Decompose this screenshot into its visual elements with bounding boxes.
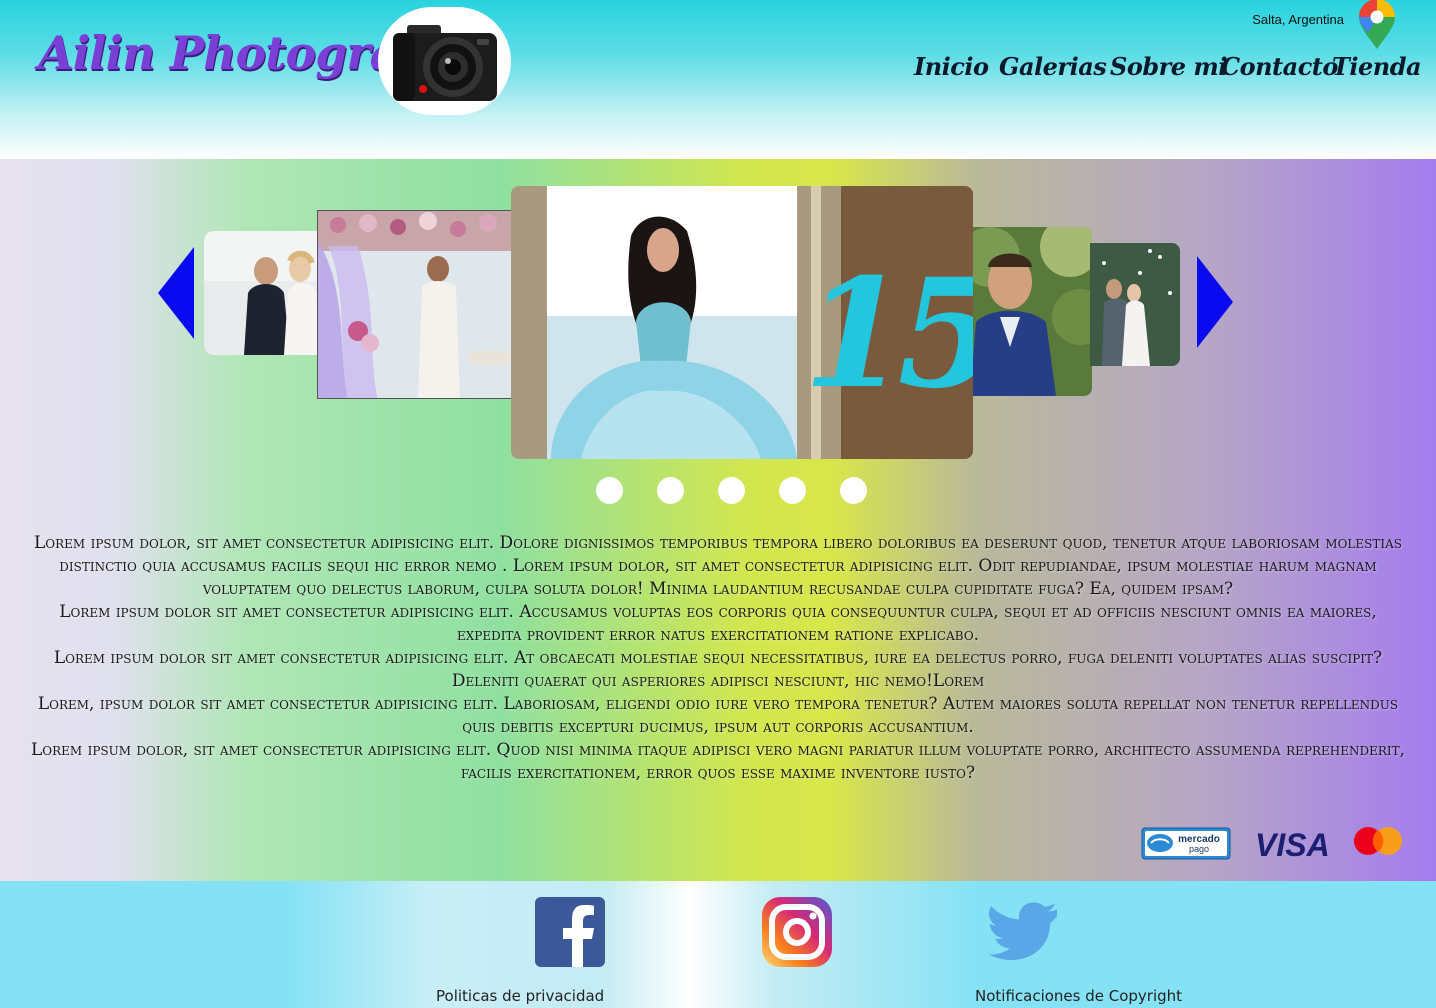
main-nav: Inicio Galerias Sobre mi Contacto Tienda [0, 52, 1436, 92]
mercadopago-logo: mercado pago [1141, 827, 1231, 860]
visa-logo: VISA [1255, 827, 1330, 863]
main-content: 15 Lorem ipsum dolor, sit amet consectet… [0, 159, 1436, 881]
copyright-link[interactable]: Notificaciones de Copyright [975, 987, 1182, 1005]
carousel-dot-1[interactable] [596, 477, 623, 504]
carousel-dot-3[interactable] [718, 477, 745, 504]
paragraph: Lorem ipsum dolor, sit amet consectetur … [33, 533, 1403, 599]
carousel-dots [596, 477, 876, 505]
carousel-slide-2[interactable] [317, 210, 517, 399]
paragraph: Lorem ipsum dolor sit amet consectetur a… [53, 648, 1383, 691]
carousel-slide-1[interactable] [204, 231, 334, 355]
arrow-left-icon[interactable] [158, 247, 194, 339]
paragraph: Lorem ipsum dolor, sit amet consectetur … [30, 740, 1406, 783]
carousel-dot-4[interactable] [779, 477, 806, 504]
maps-pin-icon[interactable] [1358, 0, 1396, 50]
twitter-icon[interactable] [988, 897, 1058, 967]
nav-tienda[interactable]: Tienda [1332, 52, 1422, 81]
intro-text: Lorem ipsum dolor, sit amet consectetur … [28, 532, 1408, 785]
carousel-slide-5[interactable] [1090, 243, 1180, 366]
paragraph: Lorem ipsum dolor sit amet consectetur a… [59, 602, 1377, 645]
slide-badge-15: 15 [803, 246, 973, 422]
facebook-icon[interactable] [535, 897, 605, 967]
nav-inicio[interactable]: Inicio [914, 52, 989, 81]
nav-galerias[interactable]: Galerias [999, 52, 1107, 81]
nav-contacto[interactable]: Contacto [1221, 52, 1338, 81]
carousel-slide-4[interactable] [970, 227, 1092, 396]
paragraph: Lorem, ipsum dolor sit amet consectetur … [37, 694, 1399, 737]
site-header: Ailin Photografh Salta, Argentina Inicio… [0, 0, 1436, 159]
svg-text:VISA: VISA [1255, 827, 1330, 863]
arrow-right-icon[interactable] [1197, 256, 1233, 348]
instagram-icon[interactable] [762, 897, 832, 967]
svg-text:pago: pago [1189, 844, 1209, 854]
nav-sobre-mi[interactable]: Sobre mi [1110, 52, 1227, 81]
payment-methods: mercado pago VISA [1140, 826, 1410, 866]
carousel-slide-active[interactable]: 15 [511, 186, 973, 459]
privacy-link[interactable]: Politicas de privacidad [436, 987, 604, 1005]
location-text: Salta, Argentina [1252, 12, 1344, 27]
carousel-dot-5[interactable] [840, 477, 867, 504]
site-footer: Politicas de privacidad Notificaciones d… [0, 881, 1436, 1008]
carousel-dot-2[interactable] [657, 477, 684, 504]
mastercard-logo [1354, 827, 1402, 855]
